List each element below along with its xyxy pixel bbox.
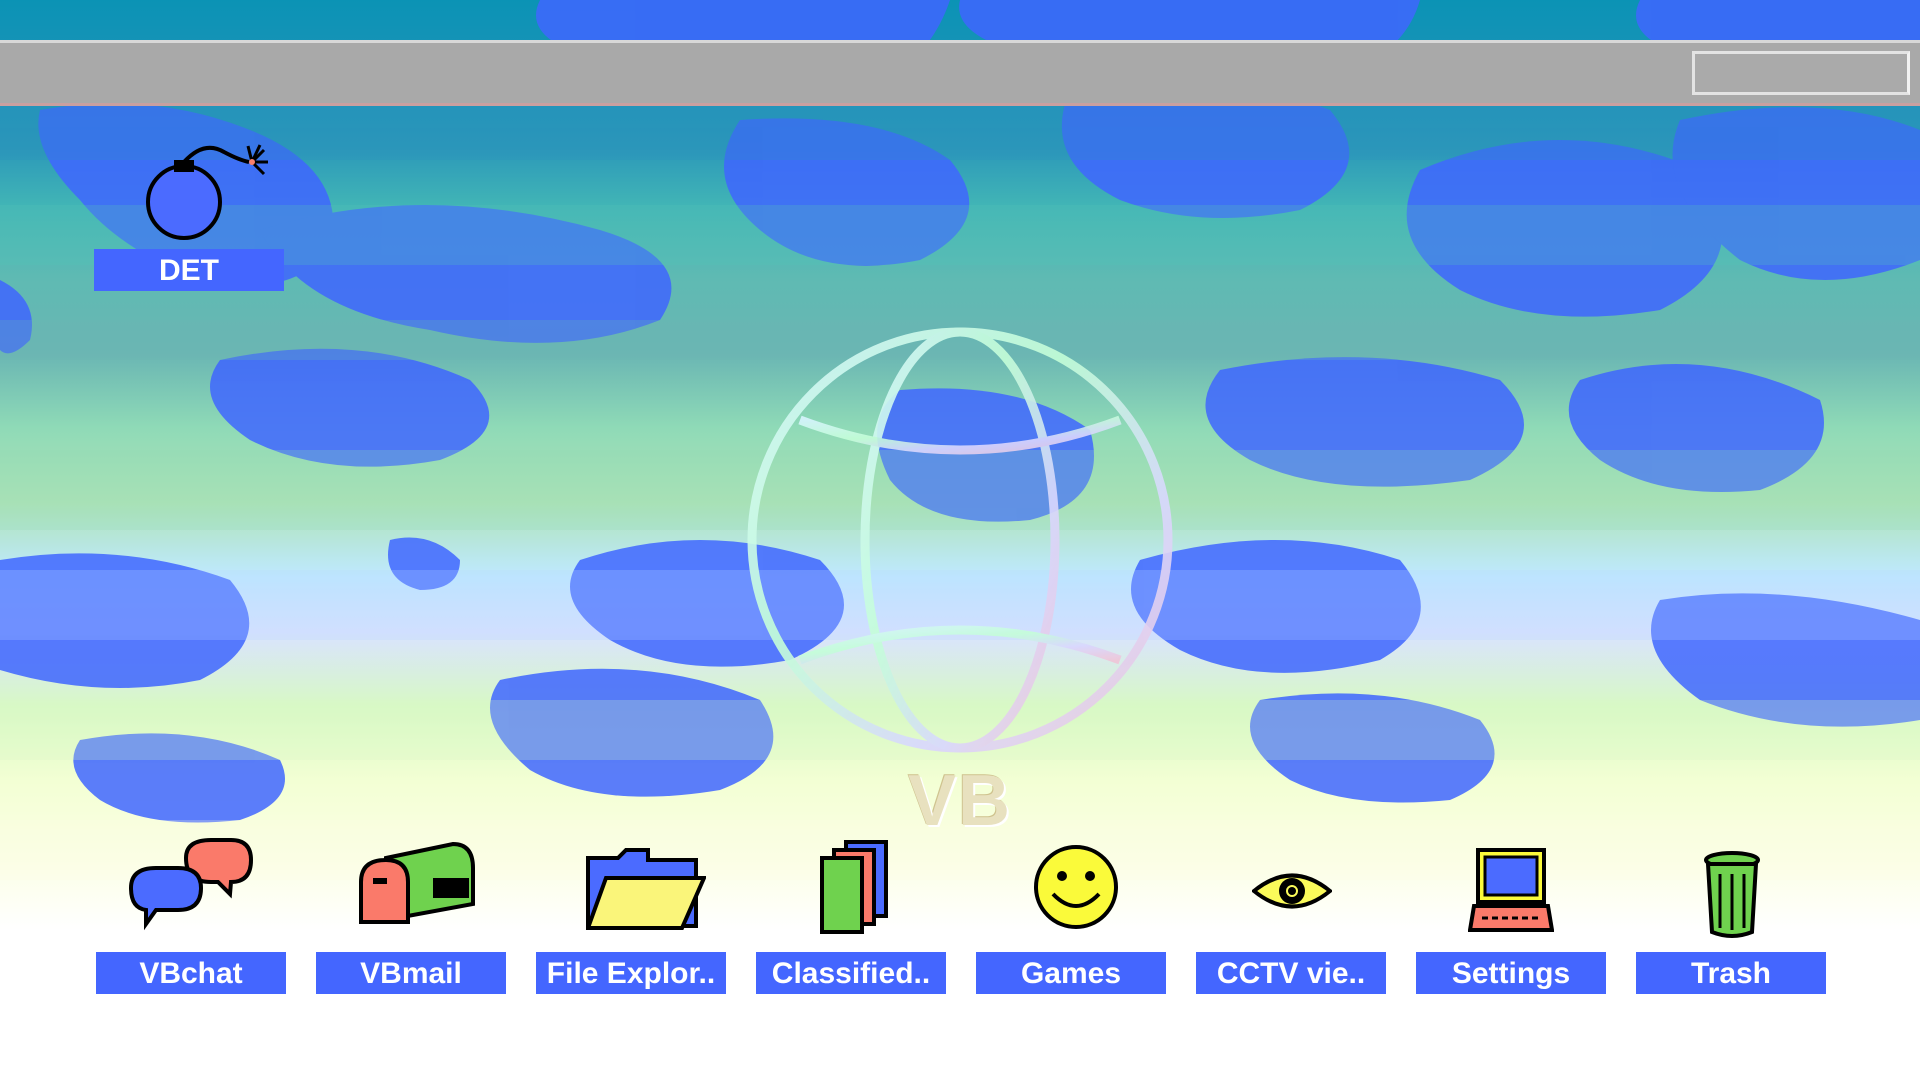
dock-item-classified[interactable]: Classified.. bbox=[756, 838, 946, 998]
dock-item-vbchat[interactable]: VBchat bbox=[96, 838, 286, 998]
globe-icon bbox=[747, 327, 1173, 753]
folder-icon bbox=[586, 848, 706, 930]
dock-item-label: Trash bbox=[1636, 952, 1826, 994]
dock-item-label: CCTV vie.. bbox=[1196, 952, 1386, 994]
dock-item-label: Settings bbox=[1416, 952, 1606, 994]
desktop-background: VB bbox=[0, 0, 1920, 930]
eye-icon bbox=[1252, 873, 1332, 909]
dock-item-games[interactable]: Games bbox=[976, 838, 1166, 998]
smiley-icon bbox=[1034, 845, 1118, 929]
dock-item-label: VBmail bbox=[316, 952, 506, 994]
dock-item-label: VBchat bbox=[96, 952, 286, 994]
dock-item-settings[interactable]: Settings bbox=[1416, 838, 1606, 998]
trash-can-icon bbox=[1704, 851, 1760, 938]
mailbox-icon bbox=[359, 841, 475, 924]
dock-item-label: File Explor.. bbox=[536, 952, 726, 994]
taskbar-tray[interactable] bbox=[1692, 51, 1910, 95]
documents-icon bbox=[820, 840, 888, 934]
dock-item-trash[interactable]: Trash bbox=[1636, 838, 1826, 998]
dock-item-label: Classified.. bbox=[756, 952, 946, 994]
dock-item-vbmail[interactable]: VBmail bbox=[316, 838, 506, 998]
dock-item-file-explorer[interactable]: File Explor.. bbox=[536, 838, 726, 998]
desktop-icon-det[interactable]: DET bbox=[94, 140, 284, 295]
chat-bubbles-icon bbox=[128, 838, 254, 931]
taskbar bbox=[0, 40, 1920, 106]
dock-item-label: Games bbox=[976, 952, 1166, 994]
watermark-text: VB bbox=[907, 761, 1013, 841]
bomb-icon bbox=[146, 144, 268, 240]
dock-item-cctv-viewer[interactable]: CCTV vie.. bbox=[1196, 838, 1386, 998]
desktop-icon-label: DET bbox=[94, 249, 284, 291]
computer-icon bbox=[1468, 848, 1554, 932]
